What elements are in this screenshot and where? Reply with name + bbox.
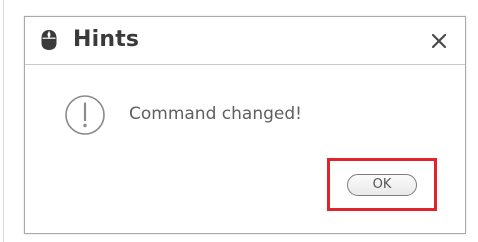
close-icon	[429, 31, 449, 51]
background-window-edge	[3, 0, 4, 242]
dialog-message: Command changed!	[129, 104, 302, 124]
mouse-icon	[40, 29, 58, 51]
close-button[interactable]	[429, 31, 449, 51]
ok-button[interactable]: OK	[347, 174, 417, 196]
dialog-titlebar: Hints	[25, 17, 465, 65]
dialog-title: Hints	[73, 27, 140, 52]
screen: Hints Command changed! OK	[0, 0, 478, 242]
exclamation-circle-icon	[64, 94, 106, 136]
